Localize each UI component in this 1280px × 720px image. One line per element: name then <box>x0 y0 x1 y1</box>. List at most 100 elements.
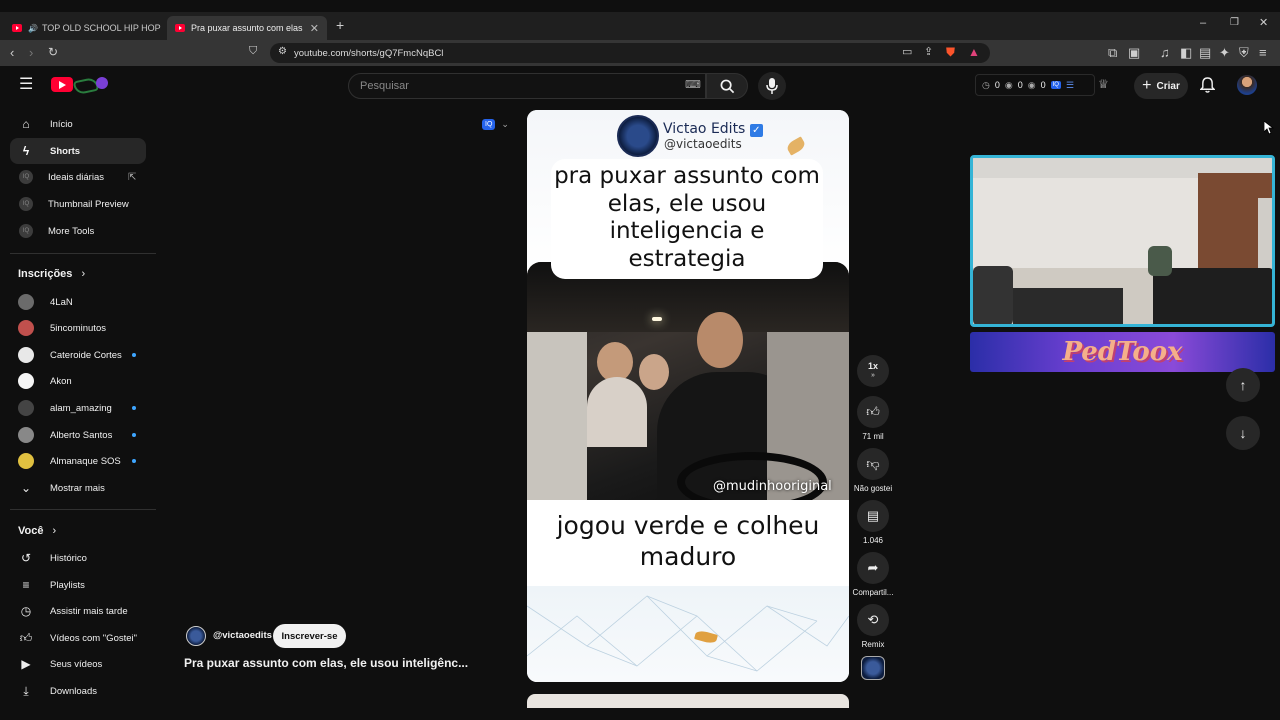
short-bottom-caption: jogou verde e colheu maduro <box>527 500 849 586</box>
like-button[interactable]: 👍︎ <box>857 396 889 428</box>
sidebar-item-your-videos[interactable]: ▶ Seus vídeos <box>10 651 146 677</box>
sidebar-subscription-item[interactable]: alam_amazing <box>10 395 146 421</box>
voice-search-button[interactable] <box>758 72 786 100</box>
brave-rewards-icon[interactable]: ▲ <box>968 46 980 58</box>
share-label: Compartil... <box>852 588 894 597</box>
search-button[interactable] <box>706 73 748 99</box>
doodle-logo-icon[interactable] <box>72 75 110 96</box>
show-more-button[interactable]: ⌄ Mostrar mais <box>10 475 146 501</box>
minimize-icon[interactable]: – <box>1200 18 1206 29</box>
sidebar-item-label: Downloads <box>50 685 97 697</box>
next-short-preview[interactable] <box>527 694 849 708</box>
short-title[interactable]: Pra puxar assunto com elas, ele usou int… <box>184 656 468 670</box>
restore-icon[interactable]: ❐ <box>1230 18 1239 28</box>
trophy-icon[interactable]: ♕ <box>1098 78 1109 90</box>
author-avatar[interactable] <box>186 626 206 646</box>
history-icon: ↺ <box>20 551 32 565</box>
youtube-favicon-icon <box>175 24 185 32</box>
subscribe-button[interactable]: Inscrever-se <box>273 624 346 648</box>
share-page-icon[interactable]: ⇪ <box>924 47 933 58</box>
extensions-icon[interactable]: ⧉ <box>1108 46 1117 59</box>
external-link-icon: ⇱ <box>128 171 137 183</box>
sidebar-subscription-item[interactable]: Alberto Santos <box>10 422 146 448</box>
sidebar-item-daily-ideas[interactable]: IQ Ideais diárias ⇱ <box>10 164 146 190</box>
keyboard-icon[interactable]: ⌨ <box>685 80 701 91</box>
next-short-button[interactable]: ↓ <box>1226 416 1260 450</box>
subscriptions-heading[interactable]: Inscrições › <box>18 268 85 280</box>
sidebar-item-watch-later[interactable]: ◷ Assistir mais tarde <box>10 598 146 624</box>
you-heading[interactable]: Você › <box>18 525 56 537</box>
network-lines <box>527 595 849 672</box>
sidebar-subscription-item[interactable]: 5incominutos <box>10 315 146 341</box>
sidebar-item-more-tools[interactable]: IQ More Tools <box>10 218 146 244</box>
extension-counters[interactable]: ◷ 0 ◉ 0 ◉ 0 IQ ☰ <box>975 74 1095 96</box>
sound-thumbnail[interactable] <box>861 656 885 680</box>
create-button[interactable]: + Criar <box>1134 73 1188 99</box>
channel-avatar <box>18 347 34 363</box>
passenger-1-body <box>587 377 647 447</box>
iq-extension-dropdown[interactable]: IQ ⌄ <box>482 115 520 133</box>
office-chair-left <box>973 266 1013 324</box>
notifications-bell-icon[interactable] <box>1200 77 1215 94</box>
sidebar-subscription-item[interactable]: Cateroide Cortes <box>10 342 146 368</box>
previous-short-button[interactable]: ↑ <box>1226 368 1260 402</box>
iq-icon: IQ <box>19 170 33 184</box>
cast-icon[interactable]: ▭ <box>902 47 912 58</box>
search-input[interactable]: Pesquisar ⌨ <box>348 73 706 99</box>
sidebar-item-thumbnail-preview[interactable]: IQ Thumbnail Preview <box>10 191 146 217</box>
sidebar-item-playlists[interactable]: ≡ Playlists <box>10 572 146 598</box>
download-icon: ⤓ <box>23 683 29 698</box>
youtube-logo-icon[interactable] <box>51 77 73 92</box>
shorts-icon: ϟ <box>22 144 30 158</box>
playback-speed-button[interactable]: 1x » <box>857 355 889 387</box>
url-field[interactable]: ⚙ youtube.com/shorts/gQ7FmcNqBCl ▭ ⇪ ⛊ ▲ <box>270 43 990 63</box>
brave-shield-icon[interactable]: ⛊ <box>946 46 955 58</box>
clock-icon: ◷ <box>982 79 990 90</box>
sidebar-item-history[interactable]: ↺ Histórico <box>10 545 146 571</box>
office-chair-right <box>1148 246 1172 276</box>
reload-icon[interactable]: ↻ <box>48 46 58 58</box>
back-icon[interactable]: ‹ <box>10 46 14 59</box>
forward-icon[interactable]: › <box>29 46 33 59</box>
channel-avatar <box>18 400 34 416</box>
sidebar-item-liked-videos[interactable]: 👍︎ Vídeos com "Gostei" <box>10 625 146 651</box>
close-tab-icon[interactable]: ✕ <box>310 22 319 35</box>
tab-title: Pra puxar assunto com elas, ele <box>191 23 303 33</box>
car-seat-left <box>527 332 587 500</box>
new-content-dot <box>132 406 136 410</box>
sidebar-item-shorts[interactable]: ϟ Shorts <box>10 138 146 164</box>
bookmark-icon[interactable]: ⛉ <box>249 46 257 57</box>
sidebar-item-home[interactable]: ⌂ Início <box>10 111 146 137</box>
clock-icon: ◷ <box>20 604 32 618</box>
speed-label: 1x <box>867 361 878 371</box>
share-button[interactable]: ➦ <box>857 552 889 584</box>
dislike-button[interactable]: 👎︎ <box>857 448 889 480</box>
comments-button[interactable]: ▤ <box>857 500 889 532</box>
media-icon[interactable]: ♫ <box>1160 46 1170 59</box>
vpn-icon[interactable]: ⛨ <box>1239 46 1249 59</box>
sidebar-item-downloads[interactable]: ⤓ Downloads <box>10 678 146 704</box>
browser-tab-1[interactable]: 🔊 TOP OLD SCHOOL HIP HOP 🔥 5 <box>4 16 162 40</box>
sidebar-subscription-item[interactable]: Akon <box>10 368 146 394</box>
sidebar-subscription-item[interactable]: 4LaN <box>10 289 146 315</box>
remix-button[interactable]: ⟲ <box>857 604 889 636</box>
sidebar: ⌂ Início ϟ Shorts IQ Ideais diárias ⇱ IQ… <box>0 106 160 712</box>
close-window-icon[interactable]: ✕ <box>1259 18 1268 29</box>
hamburger-menu-icon[interactable]: ☰ <box>19 77 33 93</box>
screenshot-icon[interactable]: ▣ <box>1128 46 1140 59</box>
video-frame: @mudinhooriginal <box>527 262 849 500</box>
site-settings-icon[interactable]: ⚙ <box>278 47 287 57</box>
sidebar-toggle-icon[interactable]: ◧ <box>1180 46 1192 59</box>
short-author[interactable]: @victaoedits <box>213 630 272 641</box>
thumbs-down-icon: 👎︎ <box>866 456 880 471</box>
sidebar-subscription-item[interactable]: Almanaque SOS <box>10 448 146 474</box>
short-video-player[interactable]: Victao Edits ✓ @victaoedits @mudinhoorig… <box>527 110 849 682</box>
menu-icon[interactable]: ≡ <box>1259 46 1267 59</box>
wallet-icon[interactable]: ▤ <box>1199 46 1211 59</box>
browser-tab-2[interactable]: Pra puxar assunto com elas, ele ✕ <box>167 16 327 40</box>
account-avatar[interactable] <box>1237 75 1257 95</box>
channel-avatar <box>18 453 34 469</box>
leo-ai-icon[interactable]: ✦ <box>1219 46 1230 59</box>
network-background <box>527 586 849 682</box>
new-tab-icon[interactable]: + <box>336 18 344 32</box>
